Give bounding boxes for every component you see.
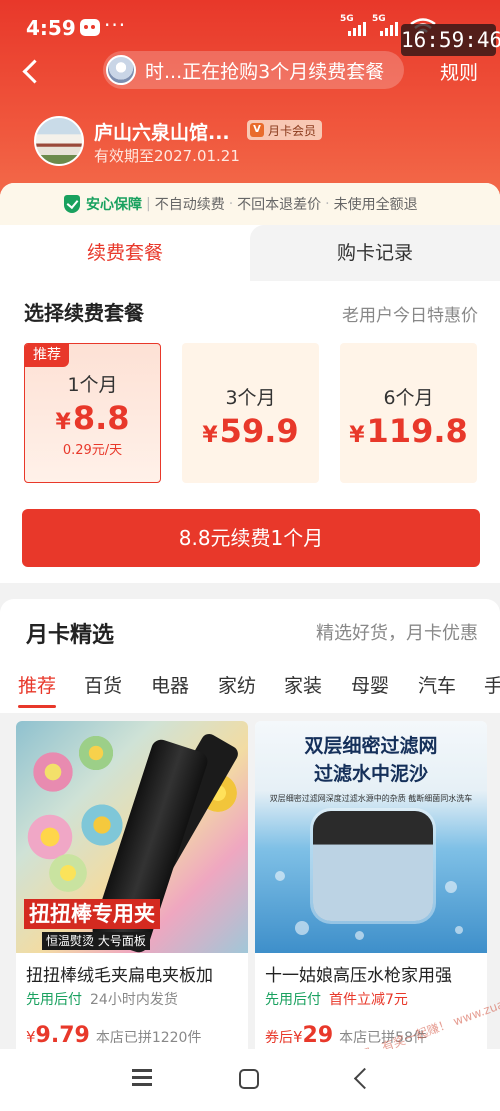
assurance-label: 安心保障 bbox=[86, 197, 142, 213]
status-bar: 4:59 ··· 5G 5G 16:59:46 bbox=[0, 0, 500, 56]
category-tab-appliances[interactable]: 电器 bbox=[151, 671, 189, 698]
product-image-tags: 恒温熨烫 大号面板 bbox=[42, 932, 150, 950]
tabs: 购卡记录 续费套餐 bbox=[0, 225, 500, 281]
plan-duration: 1个月 bbox=[67, 374, 118, 396]
product-title: 扭扭棒绒毛夹扁电夹板加 bbox=[26, 966, 213, 986]
rules-link[interactable]: 规则 bbox=[440, 58, 478, 85]
product-card[interactable]: 双层细密过滤网 过滤水中泥沙 双层细密过滤网深度过滤水源中的杂质 截断细菌同水洗… bbox=[255, 721, 487, 1056]
plan-per-day: 0.29元/天 bbox=[62, 443, 123, 458]
validity-date: 有效期至2027.01.21 bbox=[94, 147, 240, 165]
assurance-item: 不回本退差价 bbox=[237, 197, 322, 213]
system-nav-bar bbox=[0, 1049, 500, 1111]
tab-renewal-plans[interactable]: 续费套餐 bbox=[0, 225, 250, 281]
category-tab-auto[interactable]: 汽车 bbox=[418, 671, 456, 698]
back-button[interactable] bbox=[14, 55, 46, 87]
picks-title: 月卡精选 bbox=[26, 623, 115, 648]
plan-option-1-month[interactable]: 推荐 1个月 ¥8.8 0.29元/天 bbox=[24, 343, 161, 483]
shop-name: 庐山六泉山馆... bbox=[94, 122, 230, 144]
home-icon[interactable] bbox=[239, 1069, 259, 1089]
category-tab-general[interactable]: 百货 bbox=[84, 671, 122, 698]
plans-title: 选择续费套餐 bbox=[24, 301, 144, 325]
recent-apps-icon[interactable] bbox=[132, 1069, 152, 1087]
product-tags: 先用后付 首件立减7元 bbox=[265, 992, 408, 1008]
assurance-item: 未使用全额退 bbox=[333, 197, 418, 213]
more-notifications-icon: ··· bbox=[104, 13, 127, 37]
status-time: 4:59 bbox=[26, 16, 76, 40]
product-image-caption: 扭扭棒专用夹 bbox=[24, 899, 160, 929]
plan-option-6-months[interactable]: 6个月 ¥119.8 bbox=[340, 343, 477, 483]
product-card[interactable]: 扭扭棒专用夹 恒温熨烫 大号面板 扭扭棒绒毛夹扁电夹板加 先用后付 24小时内发货… bbox=[16, 721, 248, 1056]
category-tabs: 推荐 百货 电器 家纺 家装 母婴 汽车 手 bbox=[0, 671, 500, 709]
plan-duration: 6个月 bbox=[383, 387, 434, 409]
category-tab-baby[interactable]: 母婴 bbox=[351, 671, 389, 698]
plan-price: ¥8.8 bbox=[55, 399, 130, 437]
product-image: 扭扭棒专用夹 恒温熨烫 大号面板 bbox=[16, 721, 248, 953]
plan-option-3-months[interactable]: 3个月 ¥59.9 bbox=[182, 343, 319, 483]
vip-icon: V bbox=[250, 123, 264, 137]
renewal-card: 安心保障 | 不自动续费 · 不回本退差价 · 未使用全额退 购卡记录 续费套餐… bbox=[0, 183, 500, 583]
active-tab-indicator bbox=[18, 705, 56, 708]
screen-clock: 16:59:46 bbox=[401, 24, 500, 56]
product-title: 十一姑娘高压水枪家用强 bbox=[265, 966, 452, 986]
shield-icon bbox=[64, 195, 80, 213]
recommend-tag: 推荐 bbox=[25, 344, 69, 367]
product-price: ¥9.79 本店已拼1220件 bbox=[26, 1023, 202, 1048]
buying-ticker-text: 时...正在抢购3个月续费套餐 bbox=[145, 61, 385, 83]
category-tab-textiles[interactable]: 家纺 bbox=[218, 671, 256, 698]
renew-button[interactable]: 8.8元续费1个月 bbox=[22, 509, 480, 567]
plan-duration: 3个月 bbox=[225, 387, 276, 409]
back-nav-icon[interactable] bbox=[352, 1067, 372, 1089]
member-badge-label: 月卡会员 bbox=[268, 123, 317, 138]
buying-ticker: 时...正在抢购3个月续费套餐 bbox=[103, 51, 404, 89]
buyer-avatar bbox=[106, 55, 136, 85]
category-tab-home-decor[interactable]: 家装 bbox=[284, 671, 322, 698]
product-tags: 先用后付 24小时内发货 bbox=[26, 992, 178, 1008]
picks-hint: 精选好货，月卡优惠 bbox=[316, 623, 478, 644]
shop-avatar bbox=[34, 116, 84, 166]
category-tab-more[interactable]: 手 bbox=[484, 671, 500, 698]
wechat-icon bbox=[80, 19, 100, 36]
plans-hint: 老用户今日特惠价 bbox=[342, 306, 478, 326]
plan-price: ¥119.8 bbox=[349, 412, 468, 450]
assurance-bar: 安心保障 | 不自动续费 · 不回本退差价 · 未使用全额退 bbox=[0, 183, 500, 225]
page: 4:59 ··· 5G 5G 16:59:46 时...正在抢购3个月续费套餐 bbox=[0, 0, 500, 1111]
member-badge: V 月卡会员 bbox=[247, 120, 323, 140]
assurance-item: 不自动续费 bbox=[154, 197, 225, 213]
product-image: 双层细密过滤网 过滤水中泥沙 双层细密过滤网深度过滤水源中的杂质 截断细菌同水洗… bbox=[255, 721, 487, 953]
category-tab-recommend[interactable]: 推荐 bbox=[18, 671, 56, 698]
tab-purchase-records[interactable]: 购卡记录 bbox=[250, 225, 500, 281]
plan-price: ¥59.9 bbox=[202, 412, 299, 450]
